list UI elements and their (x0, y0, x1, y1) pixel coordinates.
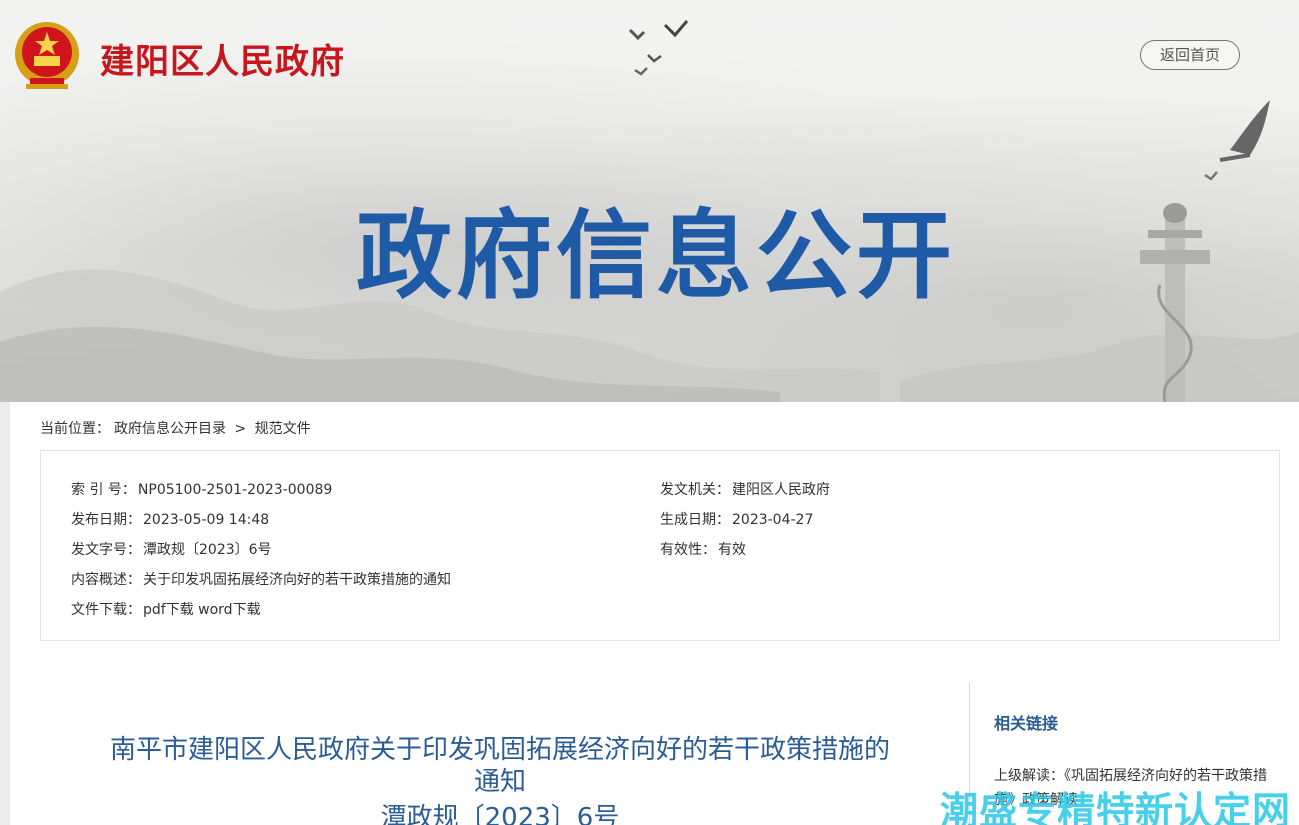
breadcrumb: 当前位置： 政府信息公开目录 > 规范文件 (40, 418, 315, 438)
meta-index-number: 索 引 号： NP05100-2501-2023-00089 (71, 479, 332, 499)
meta-validity: 有效性： 有效 (660, 539, 746, 559)
huabiao-pillar-decoration (1140, 203, 1210, 402)
meta-issuer: 发文机关： 建阳区人民政府 (660, 479, 830, 499)
meta-value: 2023-04-27 (732, 512, 814, 528)
meta-label: 索 引 号： (71, 482, 136, 498)
meta-value: 建阳区人民政府 (732, 482, 830, 498)
meta-label: 文件下载： (71, 602, 141, 618)
breadcrumb-prefix: 当前位置： (40, 421, 110, 437)
meta-label: 内容概述： (71, 572, 141, 588)
meta-value: NP05100-2501-2023-00089 (137, 482, 333, 498)
meta-label: 发布日期： (71, 512, 141, 528)
banner-title: 政府信息公开 (356, 200, 956, 312)
meta-summary: 内容概述： 关于印发巩固拓展经济向好的若干政策措施的通知 (71, 569, 451, 589)
national-emblem-icon (15, 22, 79, 89)
meta-value: 有效 (718, 542, 746, 558)
breadcrumb-separator: > (234, 421, 247, 437)
meta-value: 关于印发巩固拓展经济向好的若干政策措施的通知 (143, 572, 451, 588)
content-panel: 当前位置： 政府信息公开目录 > 规范文件 索 引 号： NP05100-2501-… (10, 402, 1299, 825)
meta-publish-date: 发布日期： 2023-05-09 14:48 (71, 509, 269, 529)
word-download-link[interactable]: word下载 (198, 602, 260, 618)
document-metadata-box: 索 引 号： NP05100-2501-2023-00089 发文机关： 建阳区人民… (40, 450, 1280, 641)
meta-label: 生成日期： (660, 512, 730, 528)
related-links-title: 相关链接 (994, 714, 1059, 733)
meta-value: 潭政规〔2023〕6号 (143, 542, 272, 558)
home-button[interactable]: 返回首页 (1140, 40, 1240, 70)
meta-label: 发文字号： (71, 542, 141, 558)
pdf-download-link[interactable]: pdf下载 (143, 602, 194, 618)
document-number: 潭政规〔2023〕6号 (380, 803, 620, 825)
breadcrumb-item-normative-docs[interactable]: 规范文件 (255, 421, 311, 437)
meta-document-number: 发文字号： 潭政规〔2023〕6号 (71, 539, 272, 559)
meta-label: 有效性： (660, 542, 716, 558)
document-title-line: 通知 (473, 767, 526, 797)
document-title-line: 南平市建阳区人民政府关于印发巩固拓展经济向好的若干政策措施的 (109, 735, 890, 765)
document-title: 南平市建阳区人民政府关于印发巩固拓展经济向好的若干政策措施的 通知 (60, 734, 940, 798)
meta-created-date: 生成日期： 2023-04-27 (660, 509, 813, 529)
site-title: 建阳区人民政府 (100, 42, 345, 82)
breadcrumb-item-catalog[interactable]: 政府信息公开目录 (114, 421, 226, 437)
meta-value: 2023-05-09 14:48 (143, 512, 270, 528)
watermark-text: 潮盛专精特新认定网 (940, 789, 1292, 825)
meta-download: 文件下载： pdf下载 word下载 (71, 599, 261, 619)
flying-birds-decoration (628, 20, 689, 76)
meta-label: 发文机关： (660, 482, 730, 498)
flying-birds-decoration (1204, 100, 1270, 181)
header-banner: 建阳区人民政府 返回首页 政府信息公开 (0, 0, 1299, 402)
